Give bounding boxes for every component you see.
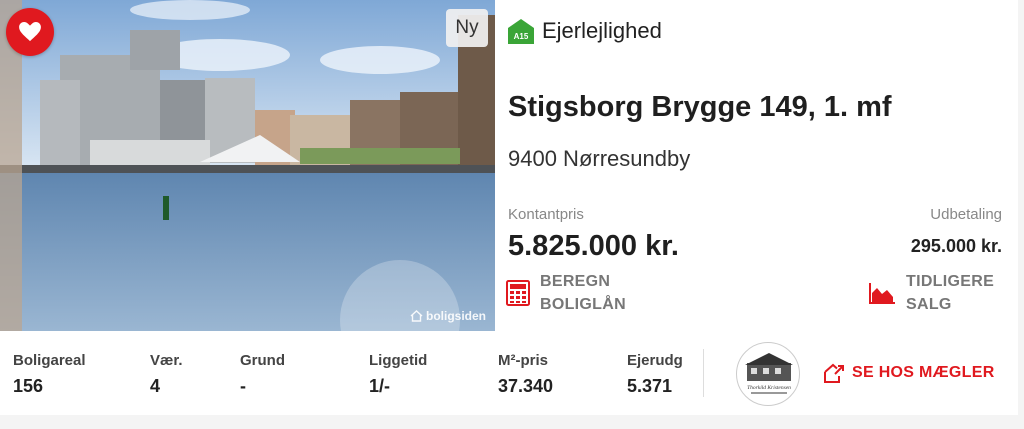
- stat-time-on-market: Liggetid 1/-: [369, 352, 427, 397]
- previous-sales-label: TIDLIGERE SALG: [906, 270, 994, 316]
- previous-sales-line2: SALG: [906, 296, 952, 313]
- stat-label: Vær.: [150, 352, 183, 369]
- calculate-loan-label: BEREGN BOLIGLÅN: [540, 270, 626, 316]
- calculator-icon: [506, 280, 530, 306]
- new-badge: Ny: [446, 9, 488, 47]
- calculate-loan-line1: BEREGN: [540, 273, 611, 290]
- stat-value: 156: [13, 376, 44, 396]
- stat-owner-cost: Ejerudg 5.371: [627, 352, 683, 397]
- cash-price: 5.825.000 kr.: [508, 230, 679, 262]
- down-payment-label: Udbetaling: [930, 206, 1002, 223]
- previous-sales-link[interactable]: TIDLIGERE SALG: [868, 270, 994, 316]
- stat-price-per-sqm: M²-pris 37.340: [498, 352, 553, 397]
- stat-value: 1/-: [369, 376, 391, 396]
- calculate-loan-link[interactable]: BEREGN BOLIGLÅN: [506, 270, 626, 316]
- stat-label: Liggetid: [369, 352, 428, 369]
- stat-value: 37.340: [498, 376, 554, 396]
- calculate-loan-line2: BOLIGLÅN: [540, 296, 626, 313]
- down-payment: 295.000 kr.: [910, 236, 1002, 256]
- previous-sales-line1: TIDLIGERE: [906, 273, 995, 290]
- stat-label: Grund: [240, 352, 285, 369]
- agent-logo-text: Thorkild Kristensen: [747, 385, 791, 391]
- stat-label: Boligareal: [13, 352, 86, 369]
- photo-watermark: boligsiden: [410, 309, 486, 323]
- stat-plot: Grund -: [240, 352, 285, 397]
- watermark-text: boligsiden: [426, 309, 486, 323]
- stat-rooms: Vær. 4: [150, 352, 183, 397]
- energy-label-icon: A15: [508, 18, 534, 44]
- property-type: Ejerlejlighed: [542, 18, 662, 43]
- favorite-button[interactable]: [6, 8, 54, 56]
- stat-living-area: Boligareal 156: [13, 352, 86, 397]
- agent-logo-image: Thorkild Kristensen: [745, 353, 793, 394]
- divider: [703, 349, 704, 397]
- stats-bar: Boligareal 156 Vær. 4 Grund - Liggetid 1…: [0, 331, 1018, 415]
- listing-address[interactable]: Stigsborg Brygge 149, 1. mf: [508, 91, 892, 124]
- agent-logo[interactable]: Thorkild Kristensen: [736, 342, 800, 406]
- see-agent-label: SE HOS MÆGLER: [852, 364, 995, 381]
- harbour-photo: [0, 0, 495, 331]
- see-agent-button[interactable]: SE HOS MÆGLER: [823, 363, 995, 383]
- heart-icon: [19, 22, 41, 42]
- cash-price-label: Kontantpris: [508, 206, 584, 223]
- stat-value: 5.371: [627, 376, 673, 396]
- stat-label: M²-pris: [498, 352, 548, 369]
- stat-label: Ejerudg: [627, 352, 683, 369]
- external-link-icon: [824, 363, 844, 383]
- property-type-row: A15 Ejerlejlighed: [508, 18, 662, 44]
- house-icon: [410, 310, 423, 322]
- stat-value: -: [240, 376, 246, 396]
- stat-value: 4: [150, 376, 161, 396]
- listing-photo[interactable]: Ny boligsiden: [0, 0, 495, 331]
- area-chart-icon: [869, 283, 895, 304]
- listing-card[interactable]: Ny boligsiden A15 Ejerlejlighed Stigsbor…: [0, 0, 1018, 415]
- listing-city: 9400 Nørresundby: [508, 146, 691, 171]
- energy-label-text: A15: [514, 32, 529, 41]
